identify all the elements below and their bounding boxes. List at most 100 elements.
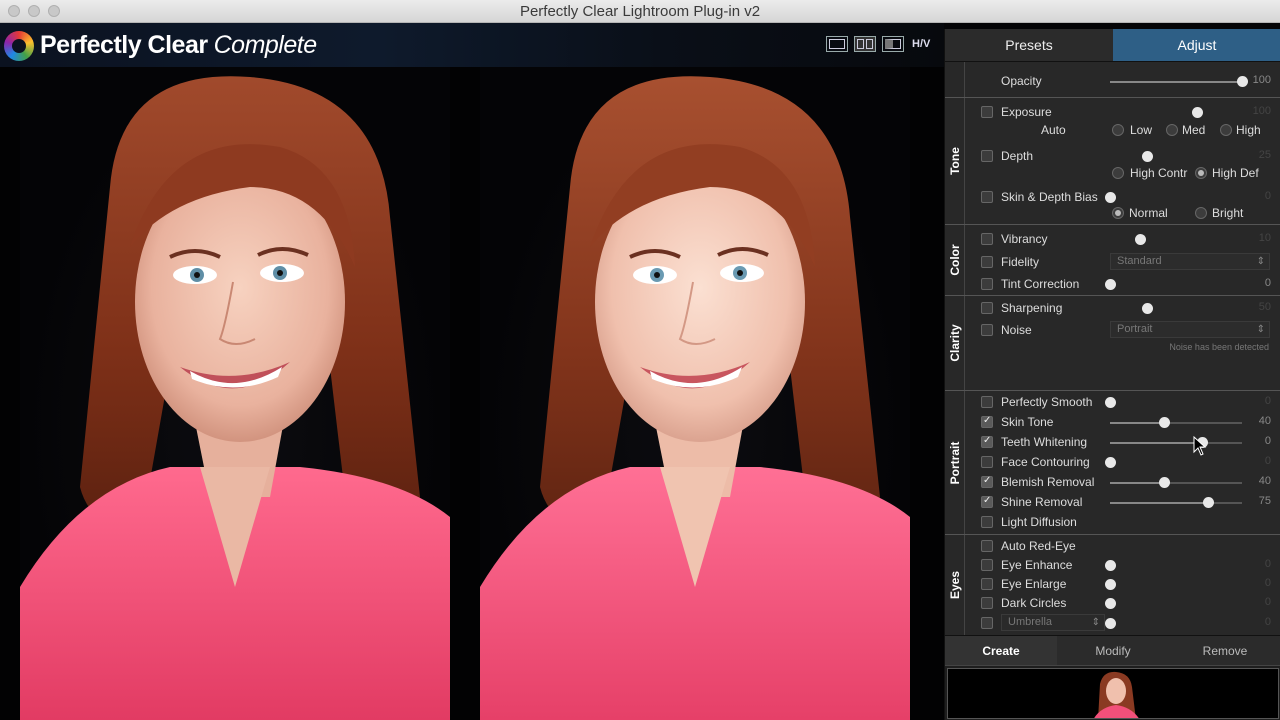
depth-slider-knob[interactable]: [1141, 151, 1153, 162]
opacity-slider[interactable]: [1110, 76, 1248, 87]
skin-depth-bias-knob[interactable]: [1105, 192, 1116, 203]
tab-modify[interactable]: Modify: [1057, 636, 1169, 665]
perfectly-smooth-slider[interactable]: [1105, 397, 1242, 408]
auto-high-radio[interactable]: [1220, 124, 1232, 136]
auto-red-eye-checkbox[interactable]: [981, 540, 993, 552]
shine-removal-slider[interactable]: [1110, 497, 1242, 508]
normal-radio[interactable]: [1112, 207, 1124, 219]
bright-radio[interactable]: [1195, 207, 1207, 219]
sharpening-checkbox[interactable]: [981, 302, 993, 314]
fidelity-checkbox[interactable]: [981, 256, 993, 268]
exposure-checkbox[interactable]: [981, 106, 993, 118]
depth-checkbox[interactable]: [981, 150, 993, 162]
perfectly-smooth-slider-knob[interactable]: [1105, 397, 1116, 408]
blemish-removal-label: Blemish Removal: [1001, 475, 1095, 489]
exposure-slider-knob[interactable]: [1192, 107, 1204, 118]
blemish-removal-checkbox[interactable]: [981, 475, 993, 488]
tab-create[interactable]: Create: [945, 636, 1057, 665]
portrait-illustration-before: [20, 76, 450, 720]
teeth-whitening-slider[interactable]: [1110, 437, 1242, 448]
eye-color-knob[interactable]: [1105, 618, 1116, 629]
brand-suffix: Complete: [213, 31, 318, 59]
auto-red-eye-row: Auto Red-Eye: [945, 536, 1280, 556]
vibrancy-checkbox[interactable]: [981, 233, 993, 245]
app-header: Perfectly Clear Complete H/V: [0, 23, 944, 67]
eye-enlarge-checkbox[interactable]: [981, 578, 993, 590]
exposure-label: Exposure: [1001, 105, 1052, 119]
eye-enhance-slider[interactable]: [1105, 560, 1242, 571]
perfectly-smooth-checkbox[interactable]: [981, 396, 993, 408]
dark-circles-value: 0: [1264, 596, 1271, 608]
blemish-removal-slider[interactable]: [1110, 477, 1242, 488]
light-diffusion-checkbox[interactable]: [981, 516, 993, 528]
skin-tone-checkbox[interactable]: [981, 415, 993, 428]
shine-removal-slider-knob[interactable]: [1202, 497, 1214, 508]
brand-name: Perfectly Clear Complete: [40, 31, 317, 60]
face-contouring-checkbox[interactable]: [981, 456, 993, 468]
high-def-radio[interactable]: [1195, 167, 1207, 179]
eye-color-checkbox[interactable]: [981, 617, 993, 629]
teeth-whitening-checkbox[interactable]: [981, 435, 993, 448]
opacity-slider-knob[interactable]: [1237, 76, 1248, 87]
horizontal-vertical-toggle[interactable]: H/V: [912, 38, 930, 50]
high-contr-label: High Contr: [1130, 166, 1188, 180]
exposure-slider[interactable]: [1110, 107, 1242, 118]
dark-circles-slider-knob[interactable]: [1105, 598, 1116, 609]
tab-remove[interactable]: Remove: [1169, 636, 1280, 665]
dark-circles-checkbox[interactable]: [981, 597, 993, 609]
thumbnail-frame[interactable]: [947, 668, 1279, 719]
side-by-side-view-button[interactable]: [854, 36, 876, 52]
tint-correction-knob[interactable]: [1105, 279, 1116, 290]
skin-depth-bias-checkbox[interactable]: [981, 191, 993, 203]
sharpening-slider-knob[interactable]: [1141, 303, 1153, 314]
exposure-value: 100: [1252, 105, 1271, 117]
navigator-thumbnail: [945, 665, 1280, 720]
eye-enhance-slider-knob[interactable]: [1105, 560, 1116, 571]
skin-depth-bias-slider[interactable]: [1105, 192, 1242, 203]
vibrancy-value: 10: [1258, 232, 1271, 244]
fidelity-label: Fidelity: [1001, 255, 1040, 269]
eye-enlarge-slider-knob[interactable]: [1105, 579, 1116, 590]
tint-correction-checkbox[interactable]: [981, 278, 993, 290]
auto-low-radio[interactable]: [1112, 124, 1124, 136]
perfectly-smooth-label: Perfectly Smooth: [1001, 395, 1093, 409]
tint-correction-slider[interactable]: [1105, 279, 1242, 290]
sharpening-slider[interactable]: [1110, 303, 1242, 314]
noise-checkbox[interactable]: [981, 324, 993, 336]
skin-tone-slider[interactable]: [1110, 417, 1242, 428]
eye-color-select[interactable]: Umbrella: [1001, 614, 1105, 631]
after-photo: [480, 67, 910, 720]
shine-removal-checkbox[interactable]: [981, 495, 993, 508]
eye-enhance-checkbox[interactable]: [981, 559, 993, 571]
tab-adjust[interactable]: Adjust: [1113, 29, 1280, 62]
eye-color-slider[interactable]: [1105, 618, 1242, 629]
thumbnail-portrait: [1094, 671, 1139, 718]
dark-circles-slider[interactable]: [1105, 598, 1242, 609]
high-contr-radio[interactable]: [1112, 167, 1124, 179]
sharpening-value: 50: [1258, 301, 1271, 313]
teeth-whitening-value: 0: [1264, 435, 1271, 447]
skin-tone-label: Skin Tone: [1001, 415, 1054, 429]
eye-enlarge-slider[interactable]: [1105, 579, 1242, 590]
opacity-section: Opacity 100: [945, 62, 1280, 98]
split-view-button[interactable]: [882, 36, 904, 52]
noise-select[interactable]: Portrait: [1110, 321, 1270, 338]
split-right-icon: [866, 39, 873, 49]
face-contouring-slider[interactable]: [1105, 457, 1242, 468]
single-view-button[interactable]: [826, 36, 848, 52]
vibrancy-slider[interactable]: [1110, 234, 1242, 245]
portrait-illustration-after: [480, 76, 910, 720]
fidelity-select[interactable]: Standard: [1110, 253, 1270, 270]
blemish-removal-slider-knob[interactable]: [1159, 477, 1171, 488]
skin-tone-slider-knob[interactable]: [1159, 417, 1171, 428]
skin-tone-slider-fill: [1110, 422, 1165, 424]
auto-high-label: High: [1236, 123, 1261, 137]
light-diffusion-label: Light Diffusion: [1001, 515, 1077, 529]
tab-presets[interactable]: Presets: [945, 29, 1113, 62]
face-contouring-slider-knob[interactable]: [1105, 457, 1116, 468]
auto-med-radio[interactable]: [1166, 124, 1178, 136]
portrait-section: Portrait Perfectly Smooth0Skin Tone40Tee…: [945, 391, 1280, 535]
vibrancy-slider-knob[interactable]: [1135, 234, 1147, 245]
depth-slider[interactable]: [1110, 151, 1242, 162]
brand-logo-icon: [4, 31, 34, 61]
